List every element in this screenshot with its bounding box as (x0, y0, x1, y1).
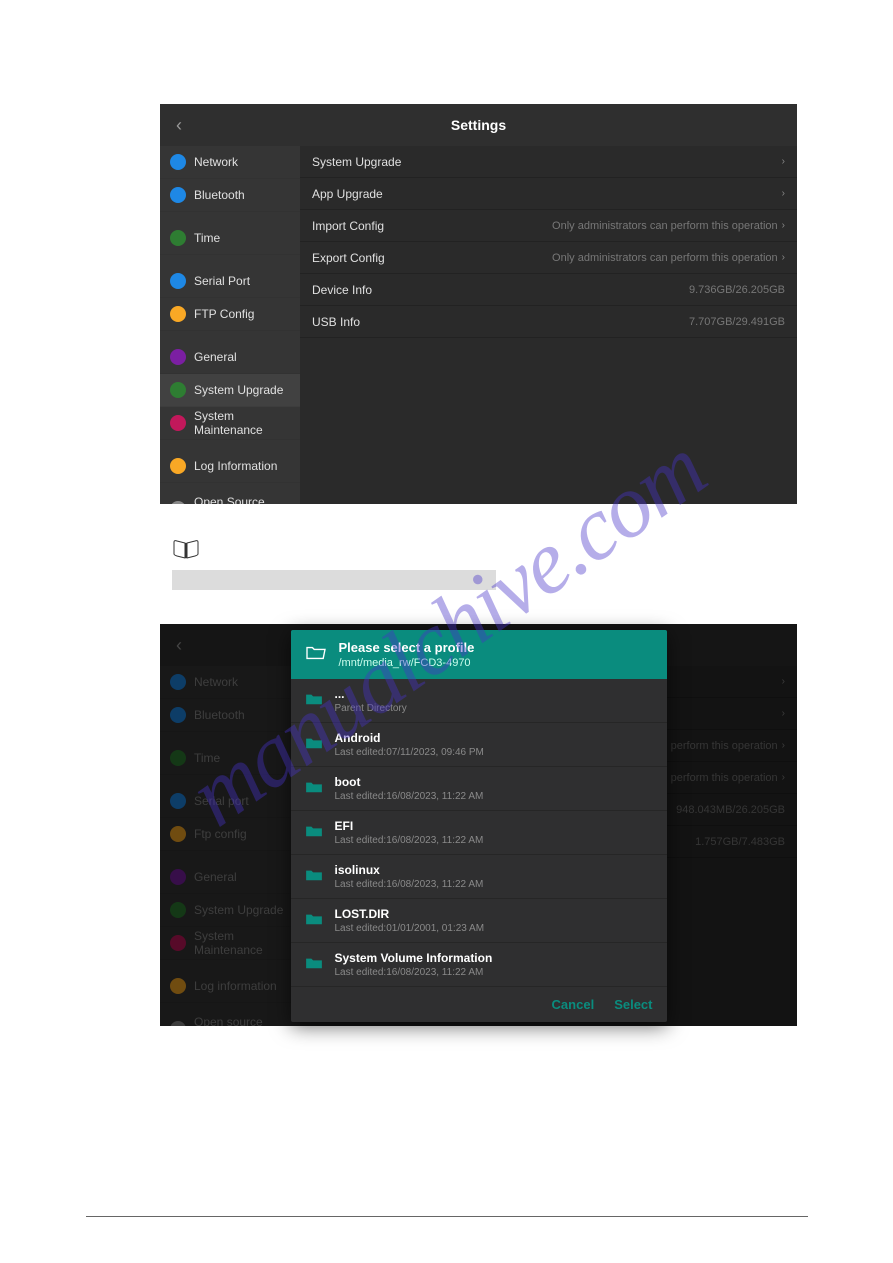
file-name: Android (335, 731, 484, 745)
file-meta: Last edited:16/08/2023, 11:22 AM (335, 967, 493, 978)
sidebar-item-label: General (194, 350, 237, 364)
folder-icon (305, 692, 323, 709)
settings-row[interactable]: System Upgrade › (300, 146, 797, 178)
sidebar-icon (170, 501, 186, 504)
row-label: USB Info (312, 315, 360, 329)
sidebar-item-log-information[interactable]: Log Information (160, 450, 300, 483)
file-name: LOST.DIR (335, 907, 485, 921)
modal-overlay: Please select a profile /mnt/media_rw/FC… (160, 624, 797, 1026)
header: ‹ Settings (160, 104, 797, 146)
sidebar-item-network[interactable]: Network (160, 146, 300, 179)
file-name: EFI (335, 819, 484, 833)
file-name: ... (335, 687, 407, 701)
file-row[interactable]: Android Last edited:07/11/2023, 09:46 PM (291, 723, 667, 767)
file-meta: Last edited:16/08/2023, 11:22 AM (335, 791, 484, 802)
dialog-path: /mnt/media_rw/FCD3-4970 (339, 657, 475, 669)
row-value: Only administrators can perform this ope… (552, 252, 778, 264)
settings-row[interactable]: USB Info 7.707GB/29.491GB (300, 306, 797, 338)
sidebar-item-time[interactable]: Time (160, 222, 300, 255)
file-list: ... Parent Directory Android Last edited:07… (291, 679, 667, 987)
folder-icon (305, 868, 323, 885)
row-value: 9.736GB/26.205GB (689, 284, 785, 296)
sidebar-icon (170, 230, 186, 246)
sidebar-icon (170, 458, 186, 474)
sidebar-item-label: Time (194, 231, 220, 245)
row-value: Only administrators can perform this ope… (552, 220, 778, 232)
row-label: Device Info (312, 283, 372, 297)
sidebar-item-label: Log Information (194, 459, 277, 473)
folder-icon (305, 780, 323, 797)
sidebar-item-bluetooth[interactable]: Bluetooth (160, 179, 300, 212)
dialog-header: Please select a profile /mnt/media_rw/FC… (291, 630, 667, 679)
main-panel: System Upgrade›App Upgrade›Import Config… (300, 146, 797, 504)
sidebar-icon (170, 415, 186, 431)
sidebar: Network Bluetooth Time Serial Port FTP Confi… (160, 146, 300, 504)
row-value: 7.707GB/29.491GB (689, 316, 785, 328)
settings-row[interactable]: App Upgrade › (300, 178, 797, 210)
file-row[interactable]: ... Parent Directory (291, 679, 667, 723)
sidebar-icon (170, 154, 186, 170)
sidebar-item-general[interactable]: General (160, 341, 300, 374)
settings-screenshot-1: ‹ Settings Network Bluetooth Time Serial Po… (160, 104, 797, 504)
settings-screenshot-2: ‹ NetworkBluetoothTimeSerial portFtp con… (160, 624, 797, 1026)
file-picker-dialog: Please select a profile /mnt/media_rw/FC… (291, 630, 667, 1022)
cancel-button[interactable]: Cancel (552, 997, 595, 1012)
sidebar-item-open-source-software[interactable]: Open Source Software (160, 493, 300, 504)
sidebar-icon (170, 349, 186, 365)
sidebar-icon (170, 273, 186, 289)
row-label: System Upgrade (312, 155, 401, 169)
back-icon[interactable]: ‹ (176, 115, 182, 136)
sidebar-icon (170, 306, 186, 322)
file-name: boot (335, 775, 484, 789)
file-row[interactable]: EFI Last edited:16/08/2023, 11:22 AM (291, 811, 667, 855)
folder-icon (305, 912, 323, 929)
sidebar-item-label: System Upgrade (194, 383, 283, 397)
footer-divider (86, 1216, 808, 1217)
row-label: App Upgrade (312, 187, 383, 201)
settings-row[interactable]: Import Config Only administrators can per… (300, 210, 797, 242)
chevron-right-icon: › (782, 188, 785, 199)
dialog-title: Please select a profile (339, 640, 475, 655)
sidebar-item-serial-port[interactable]: Serial Port (160, 265, 300, 298)
chevron-right-icon: › (782, 252, 785, 263)
file-meta: Last edited:07/11/2023, 09:46 PM (335, 747, 484, 758)
row-label: Export Config (312, 251, 385, 265)
file-row[interactable]: LOST.DIR Last edited:01/01/2001, 01:23 AM (291, 899, 667, 943)
settings-row[interactable]: Export Config Only administrators can per… (300, 242, 797, 274)
sidebar-item-label: Network (194, 155, 238, 169)
sidebar-item-label: Open Source Software (194, 495, 290, 504)
dialog-actions: Cancel Select (291, 987, 667, 1022)
page-title: Settings (451, 117, 506, 133)
sidebar-item-ftp-config[interactable]: FTP Config (160, 298, 300, 331)
file-row[interactable]: isolinux Last edited:16/08/2023, 11:22 AM (291, 855, 667, 899)
chevron-right-icon: › (782, 220, 785, 231)
sidebar-item-label: System Maintenance (194, 409, 290, 437)
folder-open-icon (305, 644, 327, 665)
sidebar-item-label: FTP Config (194, 307, 254, 321)
sidebar-icon (170, 382, 186, 398)
sidebar-item-system-upgrade[interactable]: System Upgrade (160, 374, 300, 407)
file-meta: Parent Directory (335, 703, 407, 714)
sidebar-item-label: Bluetooth (194, 188, 245, 202)
file-name: System Volume Information (335, 951, 493, 965)
file-meta: Last edited:16/08/2023, 11:22 AM (335, 879, 484, 890)
file-meta: Last edited:16/08/2023, 11:22 AM (335, 835, 484, 846)
folder-icon (305, 736, 323, 753)
row-label: Import Config (312, 219, 384, 233)
settings-row[interactable]: Device Info 9.736GB/26.205GB (300, 274, 797, 306)
file-row[interactable]: System Volume Information Last edited:16/… (291, 943, 667, 987)
book-icon (172, 540, 200, 565)
file-row[interactable]: boot Last edited:16/08/2023, 11:22 AM (291, 767, 667, 811)
sidebar-icon (170, 187, 186, 203)
file-meta: Last edited:01/01/2001, 01:23 AM (335, 923, 485, 934)
chevron-right-icon: › (782, 156, 785, 167)
file-name: isolinux (335, 863, 484, 877)
folder-icon (305, 824, 323, 841)
redacted-bar (172, 570, 496, 590)
sidebar-item-label: Serial Port (194, 274, 250, 288)
select-button[interactable]: Select (614, 997, 652, 1012)
sidebar-item-system-maintenance[interactable]: System Maintenance (160, 407, 300, 440)
folder-icon (305, 956, 323, 973)
